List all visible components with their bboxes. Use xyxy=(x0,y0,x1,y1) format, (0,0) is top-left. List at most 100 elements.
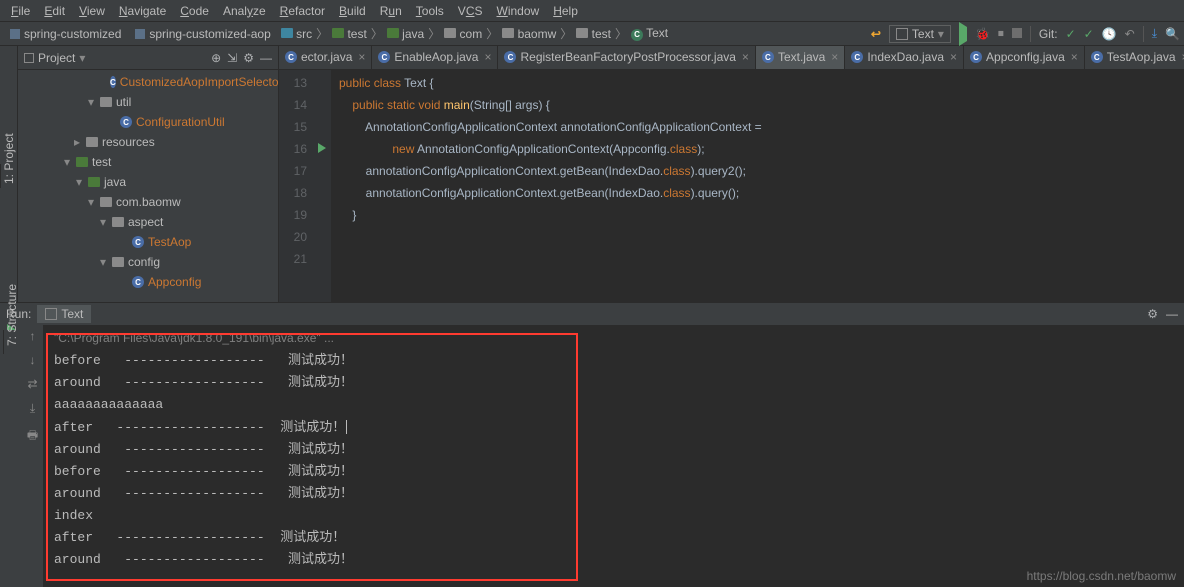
module-chip[interactable]: spring-customized-aop xyxy=(129,26,276,42)
sync-icon[interactable]: ⤓ xyxy=(1152,26,1157,41)
crumb-java[interactable]: java xyxy=(387,27,424,41)
folder-icon xyxy=(88,177,100,187)
folder-icon xyxy=(281,28,293,38)
module-chip[interactable]: spring-customized xyxy=(4,26,127,42)
run-settings-icon[interactable]: ⚙ xyxy=(1147,307,1158,321)
editor-tab[interactable]: Cector.java× xyxy=(279,46,372,69)
code-area[interactable]: 131415161718192021 public class Text { p… xyxy=(279,70,1184,302)
menu-window[interactable]: Window xyxy=(490,4,547,18)
search-icon[interactable]: 🔍 xyxy=(1165,27,1180,41)
left-tool-strip: 1: Project xyxy=(0,46,18,302)
soft-wrap-icon[interactable]: ⇄ xyxy=(27,377,37,391)
editor-tab[interactable]: CText.java× xyxy=(756,46,845,69)
folder-icon xyxy=(76,157,88,167)
stop-button[interactable] xyxy=(1012,27,1022,41)
close-icon[interactable]: × xyxy=(742,50,749,64)
project-tool-window: Project ▾ ⊕ ⇲ ⚙ — CCustomizedAopImportSe… xyxy=(18,46,279,302)
menu-code[interactable]: Code xyxy=(173,4,216,18)
file-icon: C xyxy=(504,51,516,63)
tree-item[interactable]: CConfigurationUtil xyxy=(18,112,278,132)
editor-tab[interactable]: CIndexDao.java× xyxy=(845,46,964,69)
tree-item[interactable]: CCustomizedAopImportSelector xyxy=(18,72,278,92)
scroll-end-icon[interactable]: ⤓ xyxy=(30,401,35,416)
run-tab[interactable]: Text xyxy=(37,305,91,323)
crumb-text[interactable]: C Text xyxy=(631,26,668,41)
editor-tab[interactable]: CEnableAop.java× xyxy=(372,46,498,69)
run-config-label: Text xyxy=(912,27,934,41)
menu-analyze[interactable]: Analyze xyxy=(216,4,273,18)
tree-item[interactable]: ▾java xyxy=(18,172,278,192)
close-icon[interactable]: × xyxy=(1071,50,1078,64)
editor-tabs: Cector.java×CEnableAop.java×CRegisterBea… xyxy=(279,46,1184,70)
run-coverage-button[interactable]: ⏹ xyxy=(998,26,1004,41)
print-icon[interactable]: 🖶 xyxy=(27,426,38,447)
down-icon[interactable]: ↓ xyxy=(30,353,36,367)
crumb-test[interactable]: test xyxy=(332,27,367,41)
code-text[interactable]: public class Text { public static void m… xyxy=(331,70,762,302)
git-revert-icon[interactable]: ↶ xyxy=(1125,27,1135,41)
git-update-icon[interactable]: ✓ xyxy=(1066,27,1076,41)
menu-edit[interactable]: Edit xyxy=(37,4,72,18)
crumb-com[interactable]: com xyxy=(444,27,482,41)
tree-item[interactable]: ▾aspect xyxy=(18,212,278,232)
menu-tools[interactable]: Tools xyxy=(409,4,451,18)
project-view-dropdown[interactable]: ▾ xyxy=(79,51,85,65)
git-commit-icon[interactable]: ✓ xyxy=(1084,27,1094,41)
close-icon[interactable]: × xyxy=(358,50,365,64)
back-icon[interactable]: ↩ xyxy=(871,27,881,41)
run-tab-icon xyxy=(45,308,57,320)
editor-tab[interactable]: CRegisterBeanFactoryPostProcessor.java× xyxy=(498,46,755,69)
class-icon: C xyxy=(120,116,132,128)
folder-icon xyxy=(387,28,399,38)
tree-item[interactable]: ▾test xyxy=(18,152,278,172)
menu-refactor[interactable]: Refactor xyxy=(273,4,332,18)
git-history-icon[interactable]: 🕓 xyxy=(1102,27,1117,41)
close-icon[interactable]: × xyxy=(484,50,491,64)
menu-vcs[interactable]: VCS xyxy=(451,4,490,18)
tool-tab-project[interactable]: 1: Project xyxy=(0,164,17,188)
crumb-src[interactable]: src xyxy=(281,27,312,41)
console-output[interactable]: "C:\Program Files\Java\jdk1.8.0_191\bin\… xyxy=(44,325,1184,587)
module-icon xyxy=(135,29,145,39)
settings-icon[interactable]: ⚙ xyxy=(243,51,254,65)
close-icon[interactable]: × xyxy=(950,50,957,64)
file-icon: C xyxy=(970,51,982,63)
editor: Cector.java×CEnableAop.java×CRegisterBea… xyxy=(279,46,1184,302)
hide-icon[interactable]: — xyxy=(260,51,272,65)
run-config-selector[interactable]: Text ▾ xyxy=(889,25,951,43)
gutter-run-icon[interactable] xyxy=(318,143,326,153)
tree-item[interactable]: CAppconfig xyxy=(18,272,278,292)
project-tree[interactable]: CCustomizedAopImportSelector▾utilCConfig… xyxy=(18,70,278,292)
up-icon[interactable]: ↑ xyxy=(30,329,36,343)
run-button[interactable] xyxy=(959,27,967,41)
crumb-test[interactable]: test xyxy=(576,27,611,41)
project-title: Project xyxy=(38,51,75,65)
tree-item[interactable]: ▸resources xyxy=(18,132,278,152)
debug-button[interactable]: 🐞 xyxy=(975,27,990,41)
collapse-all-icon[interactable]: ⇲ xyxy=(227,51,237,65)
tool-tab-1[interactable]: 7: Structure xyxy=(3,330,20,354)
folder-icon xyxy=(332,28,344,38)
editor-tab[interactable]: CTestAop.java× xyxy=(1085,46,1184,69)
tree-item[interactable]: ▾config xyxy=(18,252,278,272)
menu-navigate[interactable]: Navigate xyxy=(112,4,173,18)
menu-help[interactable]: Help xyxy=(546,4,585,18)
file-icon: C xyxy=(378,51,390,63)
tree-item[interactable]: ▾com.baomw xyxy=(18,192,278,212)
breadcrumb: src〉 test〉 java〉 com〉 baomw〉 test〉C Text xyxy=(281,25,668,42)
run-hide-icon[interactable]: — xyxy=(1166,307,1178,321)
scroll-from-source-icon[interactable]: ⊕ xyxy=(211,51,221,65)
tree-item[interactable]: CTestAop xyxy=(18,232,278,252)
close-icon[interactable]: × xyxy=(831,50,838,64)
tool-tab-2[interactable]: 2: Favorites xyxy=(0,330,3,354)
menu-build[interactable]: Build xyxy=(332,4,373,18)
menu-run[interactable]: Run xyxy=(373,4,409,18)
menu-file[interactable]: File xyxy=(4,4,37,18)
tree-item[interactable]: ▾util xyxy=(18,92,278,112)
file-icon: C xyxy=(851,51,863,63)
crumb-baomw[interactable]: baomw xyxy=(502,27,556,41)
menu-view[interactable]: View xyxy=(72,4,112,18)
gutter-icons[interactable] xyxy=(313,70,331,302)
editor-tab[interactable]: CAppconfig.java× xyxy=(964,46,1085,69)
folder-icon xyxy=(502,28,514,38)
